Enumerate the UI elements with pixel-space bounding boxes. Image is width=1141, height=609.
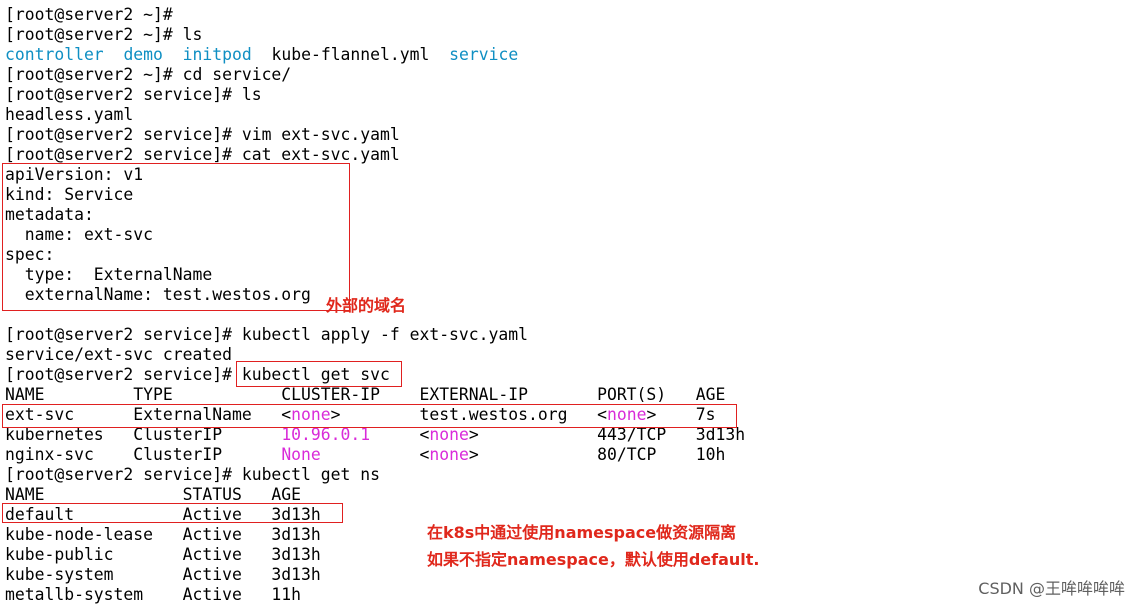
terminal-text: NAME STATUS AGE [5,485,302,504]
terminal-line: kube-public Active 3d13h [5,545,321,565]
terminal-text: apiVersion: v1 [5,165,144,184]
terminal-text: ext-svc ExternalName < [5,405,292,424]
terminal-text: kube-system Active 3d13h [5,565,321,584]
terminal-line: service/ext-svc created [5,345,232,365]
terminal-line: controller demo initpod kube-flannel.yml… [5,45,518,65]
terminal-line: [root@server2 service]# kubectl get svc [5,365,390,385]
terminal-line: metadata: [5,205,94,225]
terminal-line: kube-system Active 3d13h [5,565,321,585]
terminal-line: headless.yaml [5,105,133,125]
terminal-line: nginx-svc ClusterIP None <none> 80/TCP 1… [5,445,725,465]
terminal-text: [root@server2 service]# kubectl get ns [5,465,380,484]
terminal-text: metallb-system Active 11h [5,585,302,604]
terminal-text: [root@server2 ~]# ls [5,25,203,44]
terminal-text: < [320,445,430,464]
terminal-line: [root@server2 service]# cat ext-svc.yaml [5,145,400,165]
terminal-text: nginx-svc ClusterIP [5,445,282,464]
namespace-annotation-line1: 在k8s中通过使用namespace做资源隔离 [427,523,737,542]
terminal-line: kubernetes ClusterIP 10.96.0.1 <none> 44… [5,425,745,445]
terminal-text: [root@server2 service]# cat ext-svc.yaml [5,145,400,164]
terminal-text: externalName: test.westos.org [5,285,311,304]
terminal-line: ext-svc ExternalName <none> test.westos.… [5,405,716,425]
highlighted-value: 10.96.0.1 [281,425,371,444]
namespace-annotation-line2: 如果不指定namespace，默认使用default. [427,550,760,569]
terminal-text: [root@server2 ~]# [5,5,173,24]
terminal-text: > 80/TCP 10h [468,445,726,464]
terminal-line: [root@server2 service]# kubectl apply -f… [5,325,528,345]
terminal-text: kube-node-lease Active 3d13h [5,525,321,544]
terminal-text: [root@server2 ~]# cd service/ [5,65,292,84]
terminal-line: externalName: test.westos.org [5,285,311,305]
terminal-line: NAME TYPE CLUSTER-IP EXTERNAL-IP PORT(S)… [5,385,725,405]
highlighted-value: none [429,425,469,444]
terminal-line: [root@server2 ~]# cd service/ [5,65,291,85]
terminal-text: kind: Service [5,185,134,204]
terminal-window[interactable]: [root@server2 ~]# [root@server2 ~]# ls con… [0,0,1141,609]
terminal-text: [root@server2 service]# kubectl get svc [5,365,390,384]
terminal-text: > 7s [646,405,716,424]
highlighted-value: none [291,405,331,424]
highlighted-value: none [429,445,469,464]
terminal-text: kube-flannel.yml [251,45,450,64]
directory-name: demo [123,45,163,64]
terminal-text: > test.westos.org < [330,405,607,424]
terminal-text: headless.yaml [5,105,134,124]
directory-name: controller [5,45,104,64]
terminal-line: kind: Service [5,185,133,205]
terminal-text: [root@server2 service]# kubectl apply -f… [5,325,529,344]
terminal-text: type: ExternalName [5,265,213,284]
terminal-text: service/ext-svc created [5,345,232,364]
terminal-text: name: ext-svc [5,225,154,244]
terminal-text: kubernetes ClusterIP [5,425,282,444]
terminal-text: NAME TYPE CLUSTER-IP EXTERNAL-IP PORT(S)… [5,385,726,404]
terminal-text: > 443/TCP 3d13h [468,425,746,444]
terminal-line: [root@server2 ~]# ls [5,25,202,45]
directory-name: initpod [182,45,252,64]
watermark: CSDN @王哞哞哞哞 [978,579,1125,598]
directory-name: service [449,45,519,64]
terminal-line: type: ExternalName [5,265,213,285]
terminal-line: kube-node-lease Active 3d13h [5,525,321,545]
highlighted-value: none [606,405,647,424]
terminal-line: default Active 3d13h [5,505,321,525]
terminal-line: name: ext-svc [5,225,153,245]
terminal-text: [root@server2 service]# vim ext-svc.yaml [5,125,400,144]
terminal-line: apiVersion: v1 [5,165,143,185]
terminal-line: [root@server2 service]# ls [5,85,262,105]
terminal-line: metallb-system Active 11h [5,585,301,605]
highlighted-value: None [281,445,321,464]
terminal-line: [root@server2 service]# vim ext-svc.yaml [5,125,400,145]
domain-annotation: 外部的域名 [326,296,407,315]
terminal-line: NAME STATUS AGE [5,485,301,505]
terminal-text: [root@server2 service]# ls [5,85,262,104]
terminal-text: < [370,425,430,444]
terminal-line: [root@server2 service]# kubectl get ns [5,465,380,485]
terminal-text: kube-public Active 3d13h [5,545,321,564]
terminal-text: default Active 3d13h [5,505,321,524]
terminal-text: metadata: [5,205,94,224]
terminal-line: [root@server2 ~]# [5,5,173,25]
terminal-text: spec: [5,245,55,264]
terminal-line: spec: [5,245,54,265]
